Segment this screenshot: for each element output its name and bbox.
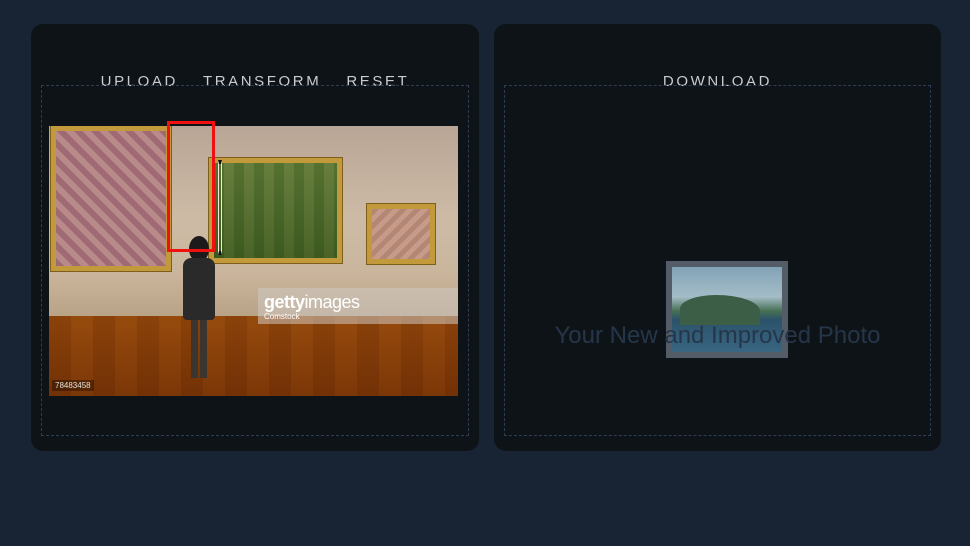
uploaded-photo[interactable]: gettyimages Comstock 78483458 [49, 126, 458, 396]
result-panel: DOWNLOAD Your New and Improved Photo [494, 24, 941, 451]
photo-person [179, 236, 219, 381]
photo-floor [49, 316, 458, 396]
result-area: Your New and Improved Photo [504, 85, 931, 436]
watermark-logo-light: images [304, 292, 361, 312]
selection-rectangle[interactable] [167, 121, 215, 252]
editor-panel: UPLOAD TRANSFORM RESET gettyimages Comst… [31, 24, 479, 451]
crop-handle[interactable] [218, 160, 222, 255]
painting-left [51, 126, 171, 271]
image-id-label: 78483458 [52, 380, 94, 391]
upload-dropzone[interactable]: gettyimages Comstock 78483458 [41, 85, 469, 436]
watermark-sub: Comstock [264, 312, 300, 321]
painting-center [209, 158, 342, 263]
painting-right [367, 204, 435, 264]
placeholder-caption: Your New and Improved Photo [554, 322, 881, 349]
getty-watermark: gettyimages Comstock [258, 288, 458, 324]
watermark-logo-bold: getty [264, 292, 305, 312]
